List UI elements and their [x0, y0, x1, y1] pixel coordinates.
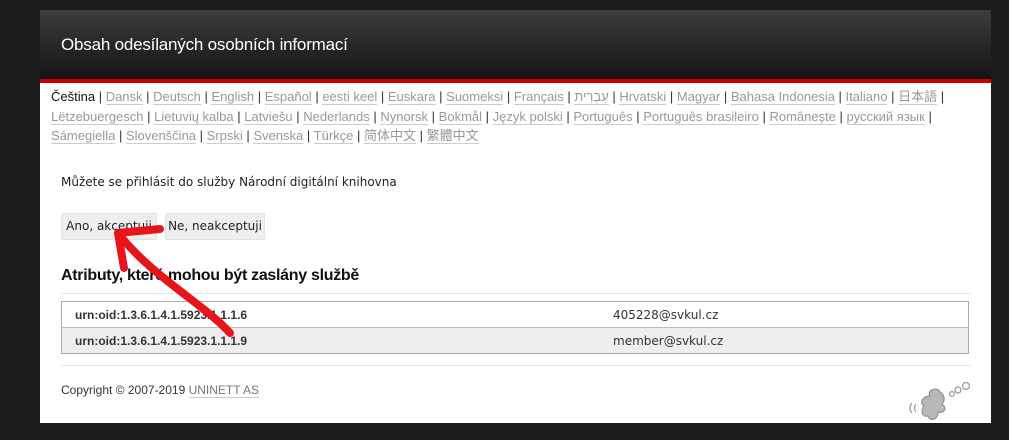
copyright-prefix: Copyright © 2007-2019 [61, 383, 189, 397]
attributes-heading: Atributy, které mohou být zaslány službě [61, 267, 971, 294]
main-content: Můžete se přihlásit do služby Národní di… [61, 175, 971, 398]
attributes-table: urn:oid:1.3.6.1.4.1.5923.1.1.1.6 405228@… [61, 301, 969, 354]
language-link[interactable]: Nynorsk [380, 108, 429, 125]
language-link[interactable]: Nederlands [303, 108, 370, 125]
language-separator: | [924, 108, 932, 124]
language-separator: | [482, 108, 493, 124]
company-link[interactable]: UNINETT AS [188, 383, 260, 398]
language-link[interactable]: Português brasileiro [643, 108, 759, 125]
language-link[interactable]: Magyar [676, 89, 721, 105]
language-separator: | [242, 128, 254, 143]
language-link[interactable]: Deutsch [153, 89, 201, 105]
language-link[interactable]: Latviešu [244, 108, 293, 125]
language-separator: | [835, 108, 847, 124]
language-separator: | [503, 89, 514, 104]
language-separator: | [720, 89, 731, 104]
language-link[interactable]: Lietuvių kalba [154, 108, 234, 125]
copyright-text: Copyright © 2007-2019 UNINETT AS [61, 383, 260, 398]
page-header: Obsah odesílaných osobních informací [40, 10, 991, 83]
consent-page: Obsah odesílaných osobních informací Češ… [40, 10, 991, 423]
language-link[interactable]: Español [264, 89, 312, 105]
language-link[interactable]: Svenska [253, 128, 304, 144]
language-separator: | [311, 89, 323, 104]
attribute-value: member@svkul.cz [613, 333, 724, 348]
language-separator: | [758, 108, 770, 124]
language-separator: | [834, 89, 846, 104]
language-link[interactable]: Bahasa Indonesia [730, 89, 835, 105]
language-link[interactable]: eesti keel [322, 89, 378, 105]
language-separator: | [377, 89, 388, 104]
table-row: urn:oid:1.3.6.1.4.1.5923.1.1.1.6 405228@… [61, 301, 969, 328]
language-separator: | [196, 128, 207, 143]
language-link[interactable]: Srpski [206, 128, 243, 144]
language-separator: | [142, 89, 154, 104]
language-link[interactable]: Bokmål [438, 108, 483, 125]
language-link[interactable]: 日本語 [898, 89, 938, 105]
language-link[interactable]: Lëtzebuergesch [51, 108, 144, 125]
language-link[interactable]: Français [513, 89, 564, 105]
language-separator: | [353, 128, 364, 143]
language-separator: | [632, 108, 644, 124]
language-separator: | [200, 89, 212, 104]
language-separator: | [95, 89, 106, 104]
language-link: Čeština [51, 89, 96, 104]
language-link[interactable]: Türkçe [313, 128, 354, 144]
attribute-name: urn:oid:1.3.6.1.4.1.5923.1.1.1.6 [75, 307, 248, 322]
language-link[interactable]: Românește [769, 108, 836, 125]
language-separator: | [369, 108, 381, 124]
language-separator: | [666, 89, 677, 104]
language-link[interactable]: 简体中文 [363, 128, 416, 144]
language-separator: | [233, 108, 245, 124]
page-title: Obsah odesílaných osobních informací [61, 35, 348, 54]
language-link[interactable]: Język polski [492, 108, 563, 125]
language-separator: | [143, 108, 155, 124]
language-separator: | [292, 108, 304, 124]
language-link[interactable]: Dansk [105, 89, 143, 105]
language-link[interactable]: English [211, 89, 255, 105]
language-link[interactable]: русский язык [846, 108, 925, 125]
language-link[interactable]: 繁體中文 [426, 128, 479, 144]
language-link[interactable]: Italiano [845, 89, 888, 105]
language-separator: | [115, 128, 126, 143]
language-link[interactable]: Slovenščina [125, 128, 197, 144]
table-row: urn:oid:1.3.6.1.4.1.5923.1.1.1.9 member@… [61, 327, 969, 354]
language-link[interactable]: Sámegiella [51, 128, 116, 144]
footer-divider [61, 365, 971, 366]
accept-button[interactable]: Ano, akceptuji [61, 213, 157, 240]
language-separator: | [303, 128, 314, 143]
language-link[interactable]: Hrvatski [619, 89, 667, 105]
attribute-value: 405228@svkul.cz [613, 307, 719, 322]
language-separator: | [428, 108, 439, 124]
language-link[interactable]: Suomeksi [446, 89, 504, 105]
language-separator: | [563, 89, 575, 104]
info-text: Můžete se přihlásit do služby Národní di… [61, 175, 397, 189]
language-link[interactable]: Português [573, 108, 633, 125]
language-bar: Čeština | Dansk | Deutsch | English | Es… [40, 83, 991, 146]
decline-button[interactable]: Ne, neakceptuji [165, 213, 265, 240]
simplesamlphp-logo-icon [909, 381, 971, 420]
language-separator: | [254, 89, 265, 104]
attribute-name: urn:oid:1.3.6.1.4.1.5923.1.1.1.9 [75, 333, 248, 348]
language-separator: | [937, 89, 945, 104]
language-separator: | [887, 89, 899, 104]
language-separator: | [608, 89, 620, 104]
language-separator: | [416, 128, 427, 143]
language-separator: | [435, 89, 447, 104]
language-link[interactable]: Euskara [387, 89, 436, 105]
language-separator: | [562, 108, 574, 124]
language-link[interactable]: עִבְרִית [574, 89, 609, 105]
